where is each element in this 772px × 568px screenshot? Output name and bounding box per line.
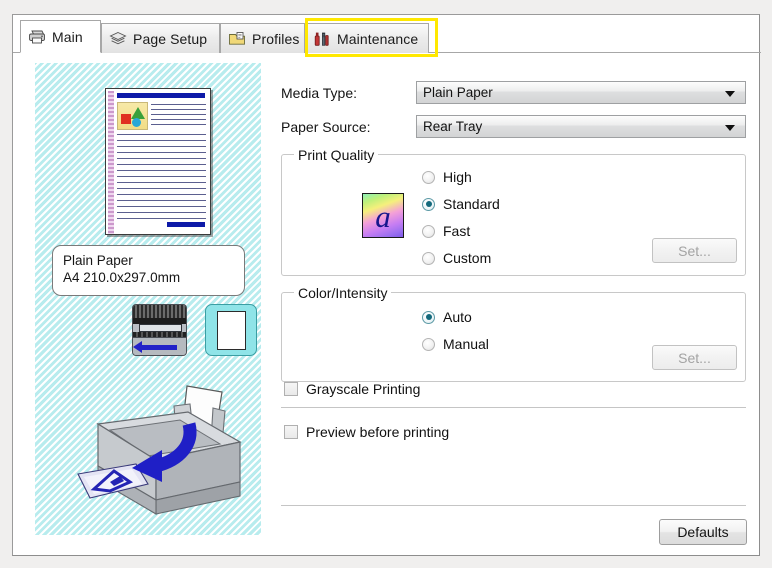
page-header-bar [117,93,205,98]
tab-main-label: Main [52,28,83,45]
printer-properties-dialog: Main Page Setup Profiles Maintenance Pla… [12,14,761,556]
quality-option-high-label: High [443,169,472,185]
radio-indicator [422,224,435,238]
color-option-auto-label: Auto [443,309,472,325]
printer-paper-path-illustration [70,378,258,528]
tab-strip: Main Page Setup Profiles Maintenance [13,15,761,57]
quality-sample-icon: a [362,193,404,238]
thumbnail-square-shape [121,114,131,124]
print-quality-title: Print Quality [294,147,379,163]
section-divider [281,407,746,408]
grayscale-printing-label: Grayscale Printing [306,381,421,397]
tab-maintenance[interactable]: Maintenance [305,23,429,53]
preview-before-printing-checkbox[interactable]: Preview before printing [284,424,449,440]
quality-option-fast-label: Fast [443,223,471,239]
media-info-paper-size: A4 210.0x297.0mm [63,270,181,285]
color-option-manual[interactable]: Manual [422,336,489,352]
color-intensity-title: Color/Intensity [294,285,392,301]
quality-option-custom-label: Custom [443,250,492,266]
thumbnail-triangle-shape [131,107,145,119]
preview-before-printing-label: Preview before printing [306,424,450,440]
page-image-thumbnail [117,102,148,130]
quality-option-fast[interactable]: Fast [422,223,470,239]
media-info-paper-type: Plain Paper [63,253,133,268]
color-intensity-group: Color/Intensity Auto Manual Set... [281,285,746,382]
quality-option-high[interactable]: High [422,169,472,185]
paper-source-value: Rear Tray [423,119,483,134]
print-preview-panel: Plain Paper A4 210.0x297.0mm [34,62,262,536]
radio-indicator [422,337,435,351]
radio-indicator [422,170,435,184]
color-option-manual-label: Manual [443,336,489,352]
tools-icon [313,31,331,47]
quality-option-standard[interactable]: Standard [422,196,500,212]
printer-feed-icon [132,304,187,356]
printer-properties-dialog-screenshot: Main Page Setup Profiles Maintenance Pla… [0,0,772,568]
defaults-button[interactable]: Defaults [659,519,747,545]
tab-page-setup-label: Page Setup [133,30,208,47]
grayscale-printing-checkbox[interactable]: Grayscale Printing [284,381,420,397]
tab-maintenance-label: Maintenance [337,30,419,47]
page-margin-strip [108,91,114,234]
main-tab-content: Media Type: Plain Paper Paper Source: Re… [271,62,753,545]
media-type-label: Media Type: [281,85,358,101]
checkbox-indicator [284,425,298,439]
media-type-value: Plain Paper [423,85,493,100]
quality-option-custom[interactable]: Custom [422,250,491,266]
printer-icon [28,29,46,45]
print-quality-set-button[interactable]: Set... [652,238,737,263]
radio-indicator [422,251,435,265]
paper-sheet-icon [205,304,257,356]
tab-profiles-label: Profiles [252,30,300,47]
tab-main[interactable]: Main [20,20,101,53]
radio-indicator [422,197,435,211]
thumbnail-circle-shape [132,118,141,127]
footer-divider [281,505,746,506]
folder-icon [228,31,246,47]
paper-source-label: Paper Source: [281,119,371,135]
color-option-auto[interactable]: Auto [422,309,472,325]
layers-icon [109,31,127,47]
tab-page-setup[interactable]: Page Setup [101,23,220,53]
print-quality-group: Print Quality a High Standard Fast Custo… [281,147,746,276]
tab-profiles[interactable]: Profiles [220,23,305,53]
media-type-select[interactable]: Plain Paper [416,81,746,104]
checkbox-indicator [284,382,298,396]
radio-indicator [422,310,435,324]
paper-source-select[interactable]: Rear Tray [416,115,746,138]
chevron-down-icon [725,91,735,97]
feed-direction-arrow-icon [133,341,177,353]
media-info-callout: Plain Paper A4 210.0x297.0mm [52,245,245,296]
quality-option-standard-label: Standard [443,196,500,212]
color-intensity-set-button[interactable]: Set... [652,345,737,370]
document-preview-page [105,88,211,235]
page-footer-bar [167,222,205,227]
chevron-down-icon [725,125,735,131]
